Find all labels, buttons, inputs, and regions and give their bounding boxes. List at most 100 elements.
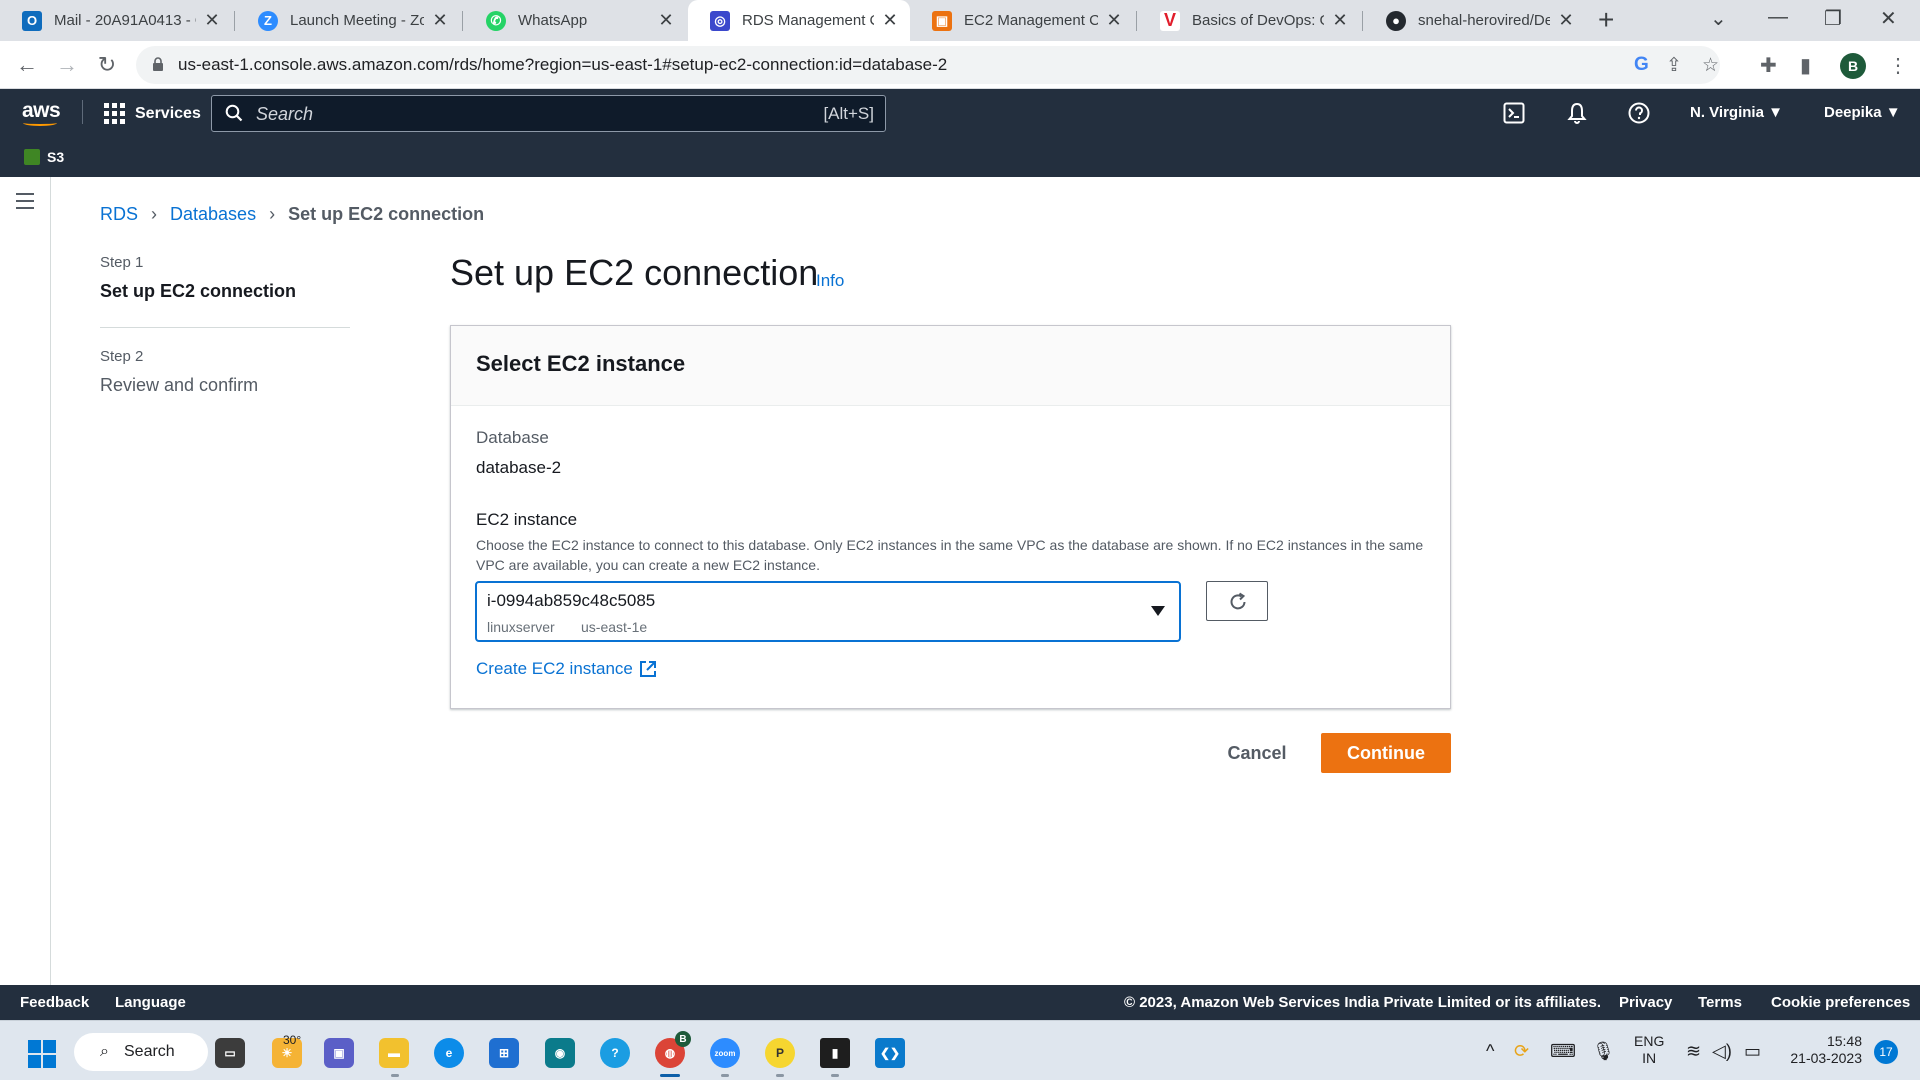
create-ec2-instance-link[interactable]: Create EC2 instance xyxy=(476,659,657,679)
region-label: N. Virginia xyxy=(1690,104,1764,121)
share-icon[interactable]: ⇪ xyxy=(1666,54,1682,77)
continue-button[interactable]: Continue xyxy=(1321,733,1451,773)
tab-whatsapp[interactable]: ✆ WhatsApp ✕ xyxy=(464,0,686,41)
step-2-title[interactable]: Review and confirm xyxy=(100,375,258,396)
services-grid-icon xyxy=(104,103,125,124)
aws-search-input[interactable]: Search [Alt+S] xyxy=(211,95,886,132)
panel-header: Select EC2 instance xyxy=(451,326,1450,406)
page-title: Set up EC2 connection xyxy=(450,252,819,293)
url-field[interactable]: us-east-1.console.aws.amazon.com/rds/hom… xyxy=(136,46,1720,84)
extensions-icon[interactable]: ✚ xyxy=(1760,53,1777,78)
close-icon[interactable]: ✕ xyxy=(204,10,220,31)
back-icon[interactable]: ← xyxy=(12,50,42,80)
step-divider xyxy=(100,327,350,328)
caret-down-icon: ▼ xyxy=(1885,104,1901,121)
volume-icon[interactable]: ◁) xyxy=(1712,1041,1732,1062)
services-label: Services xyxy=(135,104,201,122)
chevron-right-icon: › xyxy=(151,204,158,224)
tab-search-chevron-icon[interactable]: ⌄ xyxy=(1710,6,1727,31)
keyboard-icon[interactable]: ⌨ xyxy=(1550,1041,1576,1062)
step-1-title: Set up EC2 connection xyxy=(100,281,297,301)
tab-ec2[interactable]: ▣ EC2 Management Co ✕ xyxy=(910,0,1134,41)
browser-menu-icon[interactable]: ⋮ xyxy=(1888,53,1908,78)
teams-chat-icon[interactable]: ▣ xyxy=(324,1038,354,1068)
rds-icon: ◎ xyxy=(710,10,730,31)
lock-icon xyxy=(153,57,163,71)
notifications-bell-icon[interactable] xyxy=(1566,102,1588,124)
terminal-icon[interactable]: ▮ xyxy=(820,1038,850,1068)
clock[interactable]: 15:48 21-03-2023 xyxy=(1782,1033,1862,1067)
feedback-link[interactable]: Feedback xyxy=(20,994,89,1011)
forward-icon[interactable]: → xyxy=(52,50,82,80)
ec2-instance-description: Choose the EC2 instance to connect to th… xyxy=(476,537,1424,573)
breadcrumb-databases[interactable]: Databases xyxy=(170,204,256,225)
cancel-button[interactable]: Cancel xyxy=(1212,733,1302,773)
close-icon[interactable]: ✕ xyxy=(1332,10,1348,31)
restore-icon[interactable]: ❐ xyxy=(1824,6,1842,31)
cloudshell-icon[interactable] xyxy=(1503,102,1525,124)
reload-icon[interactable]: ↻ xyxy=(92,50,122,80)
tab-title: Launch Meeting - Zoo xyxy=(290,12,424,29)
info-link[interactable]: Info xyxy=(816,271,844,291)
google-translate-icon[interactable]: G xyxy=(1634,54,1649,76)
microsoft-store-icon[interactable]: ⊞ xyxy=(489,1038,519,1068)
new-tab-icon[interactable]: + xyxy=(1598,4,1614,36)
close-icon[interactable]: ✕ xyxy=(1106,10,1122,31)
aws-footer: Feedback Language © 2023, Amazon Web Ser… xyxy=(0,985,1920,1020)
cookie-preferences-link[interactable]: Cookie preferences xyxy=(1771,994,1910,1011)
battery-icon[interactable]: ▭ xyxy=(1744,1041,1761,1062)
services-menu-button[interactable]: Services xyxy=(104,103,201,124)
close-icon[interactable]: ✕ xyxy=(432,10,448,31)
github-icon: ● xyxy=(1386,10,1406,31)
close-icon[interactable]: ✕ xyxy=(882,10,898,31)
language-link[interactable]: Language xyxy=(115,994,186,1011)
app-icon[interactable]: ◉ xyxy=(545,1038,575,1068)
taskbar-search[interactable]: ⌕ Search xyxy=(74,1033,208,1071)
close-icon[interactable]: ✕ xyxy=(658,10,674,31)
vscode-icon[interactable]: ❮❯ xyxy=(875,1038,905,1068)
search-icon xyxy=(225,104,243,122)
language-indicator[interactable]: ENG IN xyxy=(1634,1033,1664,1067)
region-selector[interactable]: N. Virginia ▼ xyxy=(1690,104,1783,121)
profile-avatar[interactable]: B xyxy=(1840,53,1866,79)
tab-github[interactable]: ● snehal-herovired/Dev ✕ xyxy=(1364,0,1586,41)
tab-zoom[interactable]: Z Launch Meeting - Zoo ✕ xyxy=(236,0,460,41)
close-icon[interactable]: ✕ xyxy=(1558,10,1574,31)
microphone-icon[interactable]: 🎙 xyxy=(1592,1041,1615,1062)
tab-devops[interactable]: V Basics of DevOps: Gra ✕ xyxy=(1138,0,1360,41)
side-panel-icon[interactable]: ▮ xyxy=(1800,53,1811,78)
sync-icon[interactable]: ⟳ xyxy=(1514,1041,1529,1062)
favorite-s3[interactable]: S3 xyxy=(24,149,64,165)
help-icon[interactable] xyxy=(1628,102,1650,124)
privacy-link[interactable]: Privacy xyxy=(1619,994,1672,1011)
terms-link[interactable]: Terms xyxy=(1698,994,1742,1011)
wifi-icon[interactable]: ≋ xyxy=(1686,1041,1701,1062)
task-view-icon[interactable]: ▭ xyxy=(215,1038,245,1068)
minimize-icon[interactable]: — xyxy=(1768,6,1788,29)
edge-icon[interactable]: e xyxy=(434,1038,464,1068)
pdf-app-icon[interactable]: P xyxy=(765,1038,795,1068)
notification-count-badge[interactable]: 17 xyxy=(1874,1040,1898,1064)
search-placeholder: Search xyxy=(256,104,314,124)
account-menu[interactable]: Deepika ▼ xyxy=(1824,104,1901,121)
helper-app-icon[interactable]: ? xyxy=(600,1038,630,1068)
panel-title: Select EC2 instance xyxy=(476,351,686,376)
breadcrumb-current: Set up EC2 connection xyxy=(288,204,485,224)
hamburger-menu-icon[interactable] xyxy=(16,193,34,214)
tab-mail[interactable]: O Mail - 20A91A0413 - O ✕ xyxy=(0,0,232,41)
tab-rds[interactable]: ◎ RDS Management Co ✕ xyxy=(688,0,910,41)
breadcrumb-rds[interactable]: RDS xyxy=(100,204,138,225)
bookmark-star-icon[interactable]: ☆ xyxy=(1702,54,1719,77)
ec2-instance-select[interactable]: i-0994ab859c48c5085 linuxserver us-east-… xyxy=(475,581,1181,642)
whatsapp-icon: ✆ xyxy=(486,10,506,31)
favorite-s3-label: S3 xyxy=(47,149,65,165)
refresh-button[interactable] xyxy=(1206,581,1268,621)
zoom-app-icon[interactable]: zoom xyxy=(710,1038,740,1068)
window-close-icon[interactable]: ✕ xyxy=(1880,6,1897,31)
windows-start-icon[interactable] xyxy=(28,1040,56,1068)
tab-title: RDS Management Co xyxy=(742,12,874,29)
file-explorer-icon[interactable]: ▬ xyxy=(379,1038,409,1068)
region-code: IN xyxy=(1642,1050,1657,1066)
account-name: Deepika xyxy=(1824,104,1882,121)
tray-chevron-up-icon[interactable]: ^ xyxy=(1486,1041,1494,1062)
